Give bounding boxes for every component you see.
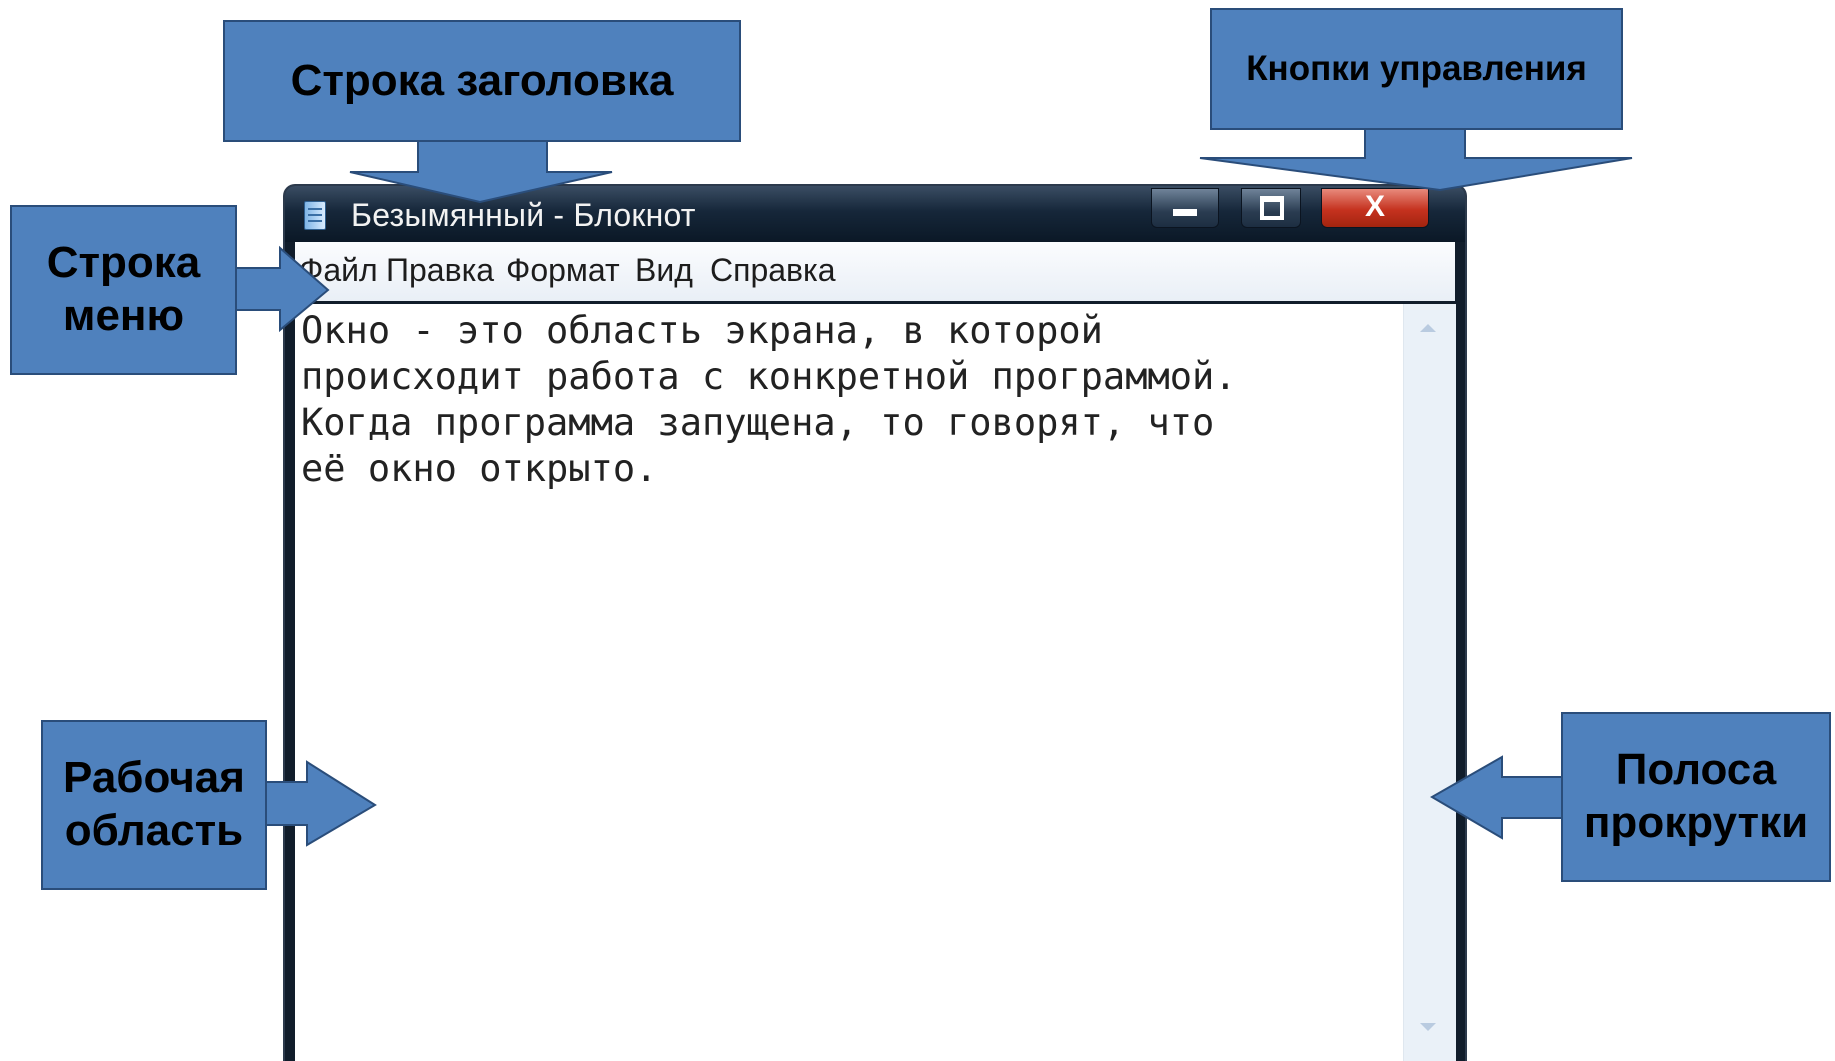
- callout-arrows: [234, 127, 1633, 847]
- scrollbar-callout-arrow: [1430, 755, 1564, 840]
- callout-control-buttons: Кнопки управления: [1210, 8, 1623, 130]
- controls-callout-arrow: [1199, 127, 1633, 192]
- callout-workarea: Рабочая область: [41, 720, 267, 890]
- callout-control-buttons-label: Кнопки управления: [1246, 49, 1587, 88]
- callout-menubar: Строка меню: [10, 205, 237, 375]
- workarea-callout-arrow: [264, 760, 377, 847]
- callout-titlebar: Строка заголовка: [223, 20, 741, 142]
- callout-scrollbar: Полоса прокрутки: [1561, 712, 1831, 882]
- callout-scrollbar-label: Полоса прокрутки: [1583, 745, 1809, 847]
- callout-workarea-label: Рабочая область: [63, 753, 245, 855]
- callout-titlebar-label: Строка заголовка: [290, 55, 674, 105]
- titlebar-callout-arrow: [349, 139, 613, 204]
- callout-menubar-label: Строка меню: [46, 238, 201, 340]
- menubar-callout-arrow: [234, 245, 330, 333]
